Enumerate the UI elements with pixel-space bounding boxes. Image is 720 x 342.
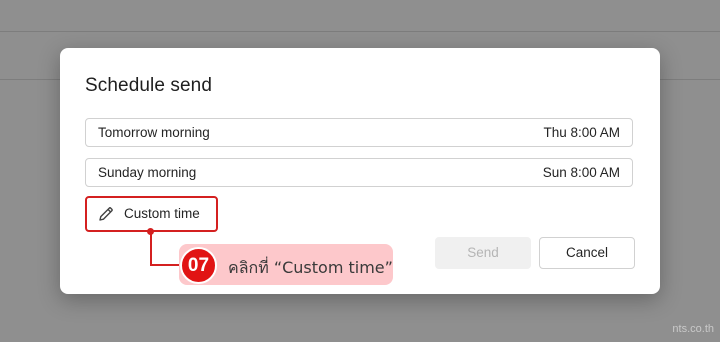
dialog-title: Schedule send bbox=[85, 75, 213, 96]
callout-instruction: คลิกที่ “Custom time” bbox=[228, 258, 393, 277]
option-tomorrow-morning[interactable]: Tomorrow morning Thu 8:00 AM bbox=[85, 118, 633, 147]
custom-time-button[interactable]: Custom time bbox=[85, 196, 218, 232]
custom-time-label: Custom time bbox=[124, 206, 200, 221]
watermark: nts.co.th bbox=[672, 323, 714, 335]
callout-anchor-dot bbox=[147, 228, 154, 235]
option-sunday-morning[interactable]: Sunday morning Sun 8:00 AM bbox=[85, 158, 633, 187]
cancel-button[interactable]: Cancel bbox=[539, 237, 635, 269]
callout-connector bbox=[150, 264, 182, 266]
step-number-badge: 07 bbox=[180, 247, 217, 284]
send-button[interactable]: Send bbox=[435, 237, 531, 269]
option-label: Tomorrow morning bbox=[98, 125, 210, 140]
background-divider bbox=[0, 31, 720, 32]
pencil-icon bbox=[99, 207, 113, 221]
callout-connector bbox=[150, 231, 152, 265]
option-time: Sun 8:00 AM bbox=[542, 165, 620, 180]
option-time: Thu 8:00 AM bbox=[543, 125, 620, 140]
option-label: Sunday morning bbox=[98, 165, 197, 180]
